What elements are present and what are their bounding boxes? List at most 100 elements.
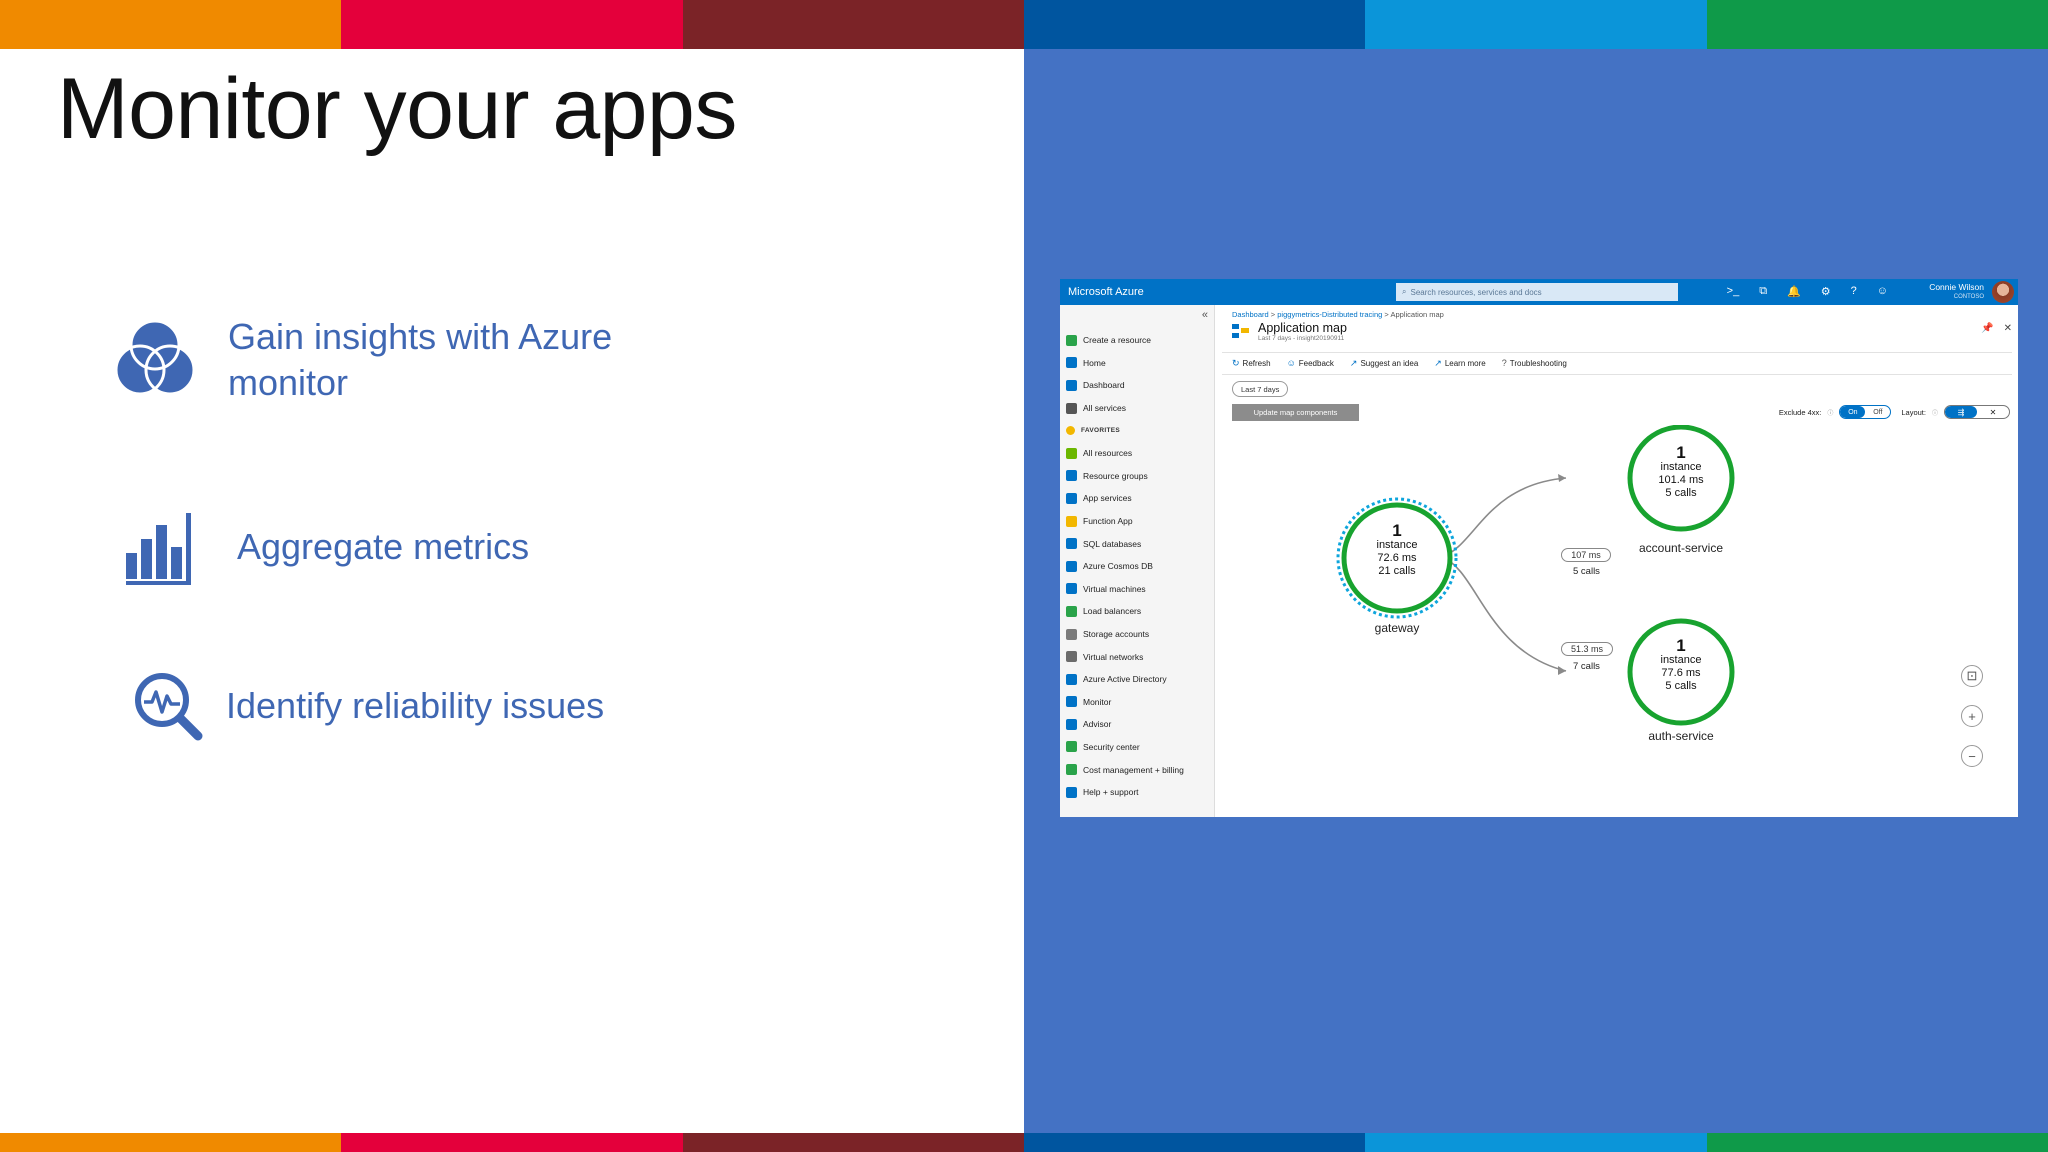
help-icon[interactable]: ? — [1851, 285, 1857, 298]
avatar[interactable] — [1992, 281, 2014, 303]
sidebar-item[interactable]: Virtual machines — [1066, 578, 1184, 601]
bullet-insights-line1: Gain insights with Azure — [228, 316, 613, 357]
sidebar-item[interactable]: Load balancers — [1066, 600, 1184, 623]
bottom-color-stripe — [0, 1133, 2048, 1152]
map-options: Exclude 4xx: ⓘ On Off Layout: ⓘ ⇶ ✕ — [1779, 405, 2010, 419]
breadcrumb-dashboard[interactable]: Dashboard — [1232, 310, 1269, 319]
sidebar-item-label: Security center — [1083, 741, 1140, 752]
node-kind: instance — [1376, 539, 1418, 551]
refresh-icon: ↻ — [1232, 357, 1240, 368]
toggle-on[interactable]: On — [1840, 406, 1866, 418]
sidebar-item[interactable]: Azure Active Directory — [1066, 668, 1184, 691]
node-kind: instance — [1660, 654, 1702, 666]
sidebar-item[interactable]: Monitor — [1066, 691, 1184, 714]
zoom-in-button[interactable]: + — [1961, 705, 1983, 727]
directory-filter-icon[interactable]: ⧉ — [1759, 285, 1767, 298]
stripe-red — [341, 1133, 683, 1152]
sidebar-item[interactable]: All resources — [1066, 442, 1184, 465]
edge-auth-latency[interactable]: 51.3 ms — [1561, 642, 1613, 656]
sidebar-item[interactable]: Function App — [1066, 510, 1184, 533]
favorites-heading: FAVORITES — [1066, 419, 1184, 442]
node-count: 1 — [1676, 443, 1686, 462]
sidebar-item[interactable]: App services — [1066, 487, 1184, 510]
resource-group-icon — [1066, 470, 1077, 482]
info-icon: ⓘ — [1827, 410, 1834, 417]
top-color-stripe — [0, 0, 2048, 49]
time-range-picker[interactable]: Last 7 days — [1232, 381, 1289, 397]
sidebar-item-label: Resource groups — [1083, 470, 1148, 481]
sidebar-item-label: Storage accounts — [1083, 629, 1150, 640]
sidebar-item-label: Create a resource — [1083, 335, 1152, 346]
sidebar-item[interactable]: Virtual networks — [1066, 645, 1184, 668]
sidebar-item[interactable]: Dashboard — [1066, 374, 1184, 397]
collapse-sidebar-icon[interactable]: « — [1202, 309, 1208, 321]
node-account-service[interactable]: 1 instance 101.4 ms 5 calls — [1638, 444, 1724, 500]
blade-controls: 📌 ✕ — [1981, 323, 2012, 334]
monitor-icon — [1066, 696, 1077, 708]
breadcrumb: Dashboard > piggymetrics-Distributed tra… — [1232, 310, 1444, 319]
sidebar-item[interactable]: Azure Cosmos DB — [1066, 555, 1184, 578]
user-account[interactable]: Connie Wilson CONTOSO — [1929, 282, 1984, 302]
stripe-green — [1706, 1133, 2048, 1152]
sidebar-item[interactable]: Help + support — [1066, 781, 1184, 804]
pin-icon[interactable]: 📌 — [1981, 323, 1993, 334]
edge-auth-calls: 7 calls — [1573, 661, 1600, 672]
azure-main-blade: Dashboard > piggymetrics-Distributed tra… — [1216, 305, 2018, 817]
zoom-out-button[interactable]: − — [1961, 745, 1983, 767]
sidebar-item-label: Function App — [1083, 516, 1133, 527]
toggle-off[interactable]: Off — [1865, 406, 1890, 418]
sidebar-item[interactable]: Home — [1066, 352, 1184, 375]
sidebar-item[interactable]: Resource groups — [1066, 465, 1184, 488]
cloud-shell-icon[interactable]: >_ — [1727, 285, 1740, 298]
node-calls: 21 calls — [1378, 565, 1416, 577]
plus-icon: + — [1968, 708, 1976, 724]
update-map-components-button[interactable]: Update map components — [1232, 404, 1359, 421]
slide-title: Monitor your apps — [57, 61, 737, 157]
node-auth-service[interactable]: 1 instance 77.6 ms 5 calls — [1638, 637, 1724, 693]
node-gateway[interactable]: 1 instance 72.6 ms 21 calls — [1354, 522, 1440, 578]
stripe-red — [341, 0, 683, 49]
close-icon[interactable]: ✕ — [2004, 323, 2012, 334]
sidebar-item[interactable]: SQL databases — [1066, 532, 1184, 555]
sidebar-item-label: Help + support — [1083, 787, 1139, 798]
sidebar-item[interactable]: Advisor — [1066, 713, 1184, 736]
edge-arrow — [1558, 666, 1566, 675]
breadcrumb-tracing[interactable]: piggymetrics-Distributed tracing — [1277, 310, 1382, 319]
troubleshooting-button[interactable]: ? Troubleshooting — [1502, 358, 1567, 368]
stripe-maroon — [682, 1133, 1024, 1152]
sidebar-item[interactable]: Security center — [1066, 736, 1184, 759]
layout-organic-icon[interactable]: ✕ — [1977, 406, 2009, 418]
settings-icon[interactable]: ⚙ — [1821, 285, 1831, 298]
stripe-cyan — [1365, 0, 1707, 49]
grid-icon — [1066, 447, 1077, 459]
edge-gateway-account[interactable] — [1441, 477, 1567, 558]
edge-gateway-auth[interactable] — [1441, 556, 1567, 672]
sidebar-item-label: Advisor — [1083, 719, 1112, 730]
sidebar-item[interactable]: Cost management + billing — [1066, 758, 1184, 781]
edge-arrow — [1558, 474, 1566, 482]
sidebar-item[interactable]: Storage accounts — [1066, 623, 1184, 646]
bullet-insights-text: Gain insights with Azure monitor — [228, 314, 612, 406]
exclude-4xx-toggle[interactable]: On Off — [1839, 405, 1892, 419]
sidebar-item[interactable]: All services — [1066, 397, 1184, 420]
learn-more-button[interactable]: ↗ Learn more — [1434, 358, 1485, 369]
smiley-icon: ☺ — [1286, 358, 1296, 368]
feedback-smiley-icon[interactable]: ☺ — [1877, 285, 1888, 298]
layout-hierarchical-icon[interactable]: ⇶ — [1945, 406, 1977, 418]
notifications-icon[interactable]: 🔔 — [1787, 285, 1801, 298]
divider — [1222, 352, 2012, 353]
sidebar-item[interactable]: Create a resource — [1066, 329, 1184, 352]
node-auth-label: auth-service — [1648, 729, 1714, 743]
suggest-idea-button[interactable]: ↗ Suggest an idea — [1350, 358, 1418, 369]
layout-toggle[interactable]: ⇶ ✕ — [1944, 405, 2010, 419]
feedback-button[interactable]: ☺ Feedback — [1287, 358, 1334, 368]
edge-account-latency[interactable]: 107 ms — [1561, 548, 1611, 562]
search-input[interactable]: ⌕ Search resources, services and docs — [1396, 283, 1678, 301]
sidebar-item-label: All resources — [1083, 448, 1133, 459]
sidebar-item-label: Home — [1083, 357, 1106, 368]
plus-icon — [1066, 334, 1077, 346]
refresh-button[interactable]: ↻ Refresh — [1232, 358, 1271, 369]
app-service-icon — [1066, 492, 1077, 504]
node-calls: 5 calls — [1665, 487, 1697, 499]
fit-to-screen-button[interactable]: ⊡ — [1961, 665, 1983, 687]
